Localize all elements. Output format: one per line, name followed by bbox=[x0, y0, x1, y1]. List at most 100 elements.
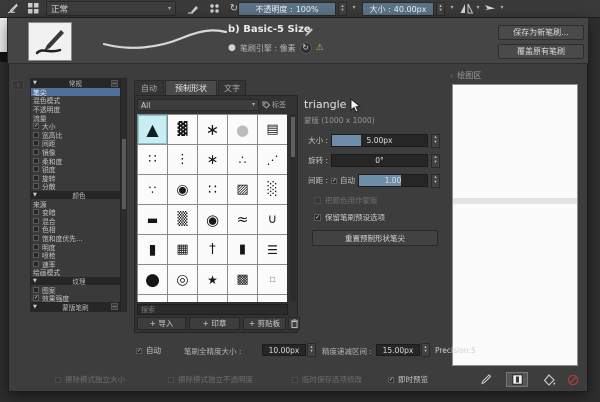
section-minus-button[interactable]: − bbox=[111, 79, 118, 87]
option-checkbox[interactable]: ✓ bbox=[33, 295, 39, 302]
tab-predefined[interactable]: 预制形状 bbox=[165, 80, 217, 95]
brush-tip-cell[interactable]: ★ bbox=[198, 265, 227, 294]
brush-preset-chooser-icon[interactable] bbox=[25, 1, 41, 16]
option-checkbox[interactable] bbox=[33, 209, 39, 216]
brush-tip-cell[interactable]: ▮ bbox=[228, 235, 257, 264]
brush-tip-cell[interactable]: ░ bbox=[258, 175, 287, 204]
brush-tip-cell[interactable]: ▩ bbox=[228, 265, 257, 294]
brush-tip-cell[interactable]: ∷ bbox=[138, 145, 167, 174]
tip-rotate-slider[interactable]: 0° bbox=[331, 154, 428, 167]
opacity-slider[interactable]: 不透明度 : 100% bbox=[238, 2, 336, 16]
delete-tip-button[interactable] bbox=[288, 317, 300, 330]
scratchpad-fill-preview-button[interactable] bbox=[506, 372, 528, 387]
rename-pencil-icon[interactable] bbox=[303, 23, 313, 42]
tag-filter-dropdown[interactable]: All ▾ bbox=[137, 99, 259, 111]
full-precision-spinner[interactable]: ▴ ▾ bbox=[307, 343, 316, 357]
tab-text[interactable]: 文字 bbox=[218, 80, 246, 95]
brush-tip-cell[interactable]: ◉ bbox=[168, 175, 197, 204]
option-checkbox[interactable] bbox=[33, 260, 39, 267]
mirror-horizontal-icon[interactable] bbox=[458, 1, 474, 16]
mirror-dropdown-icon[interactable]: ▾ bbox=[474, 5, 482, 11]
scratchpad-fill-color-button[interactable] bbox=[538, 372, 560, 387]
tip-rotate-spinner[interactable]: ▴ ▾ bbox=[431, 153, 440, 168]
precision-fade-input[interactable]: 15.00px bbox=[376, 344, 420, 356]
scratchpad-canvas[interactable] bbox=[452, 84, 578, 366]
mirror2-dropdown-icon[interactable]: ▾ bbox=[498, 5, 506, 11]
precision-auto-checkbox[interactable]: ✓ bbox=[136, 347, 142, 354]
option-checkbox[interactable] bbox=[33, 243, 39, 250]
import-tip-button[interactable]: + 导入 bbox=[137, 317, 186, 330]
option-checkbox[interactable] bbox=[33, 131, 39, 138]
brush-tip-cell[interactable]: ▤ bbox=[258, 115, 287, 144]
scratchpad-paint-button[interactable] bbox=[474, 372, 496, 387]
tip-spacing-spinner[interactable]: ▴ ▾ bbox=[431, 173, 440, 188]
brush-tip-cell[interactable]: ∵ bbox=[138, 175, 167, 204]
brush-tip-cell[interactable]: ⋰ bbox=[258, 145, 287, 174]
tip-spacing-slider[interactable]: 1.00 bbox=[358, 174, 428, 187]
brush-tip-cell[interactable]: ∷ bbox=[258, 295, 287, 302]
spacing-auto-checkbox[interactable]: ✓ bbox=[331, 177, 337, 184]
brush-tip-cell[interactable]: ∴ bbox=[168, 295, 197, 302]
freehand-brush-tool-icon[interactable] bbox=[4, 1, 20, 16]
tip-search-input[interactable] bbox=[137, 304, 288, 315]
option-checkbox[interactable] bbox=[33, 166, 39, 173]
tip-size-spinner[interactable]: ▴ ▾ bbox=[431, 133, 440, 148]
opacity-spinner[interactable]: ▴ ▾ bbox=[338, 2, 347, 16]
instant-preview-checkbox[interactable]: ✓ bbox=[388, 376, 394, 383]
option-checkbox[interactable] bbox=[33, 252, 39, 259]
library-scroll-thumb[interactable] bbox=[291, 117, 295, 157]
option-checkbox[interactable] bbox=[33, 286, 39, 293]
brush-tip-cell[interactable]: | bbox=[138, 295, 167, 302]
brush-tip-cell[interactable]: ● bbox=[228, 115, 257, 144]
tag-toggle-button[interactable]: 标签 bbox=[262, 100, 286, 110]
brush-tip-cell[interactable]: ◎ bbox=[168, 265, 197, 294]
brush-tip-cell[interactable]: ▫ bbox=[258, 265, 287, 294]
option-checkbox[interactable] bbox=[33, 217, 39, 224]
option-checkbox[interactable] bbox=[33, 234, 39, 241]
brush-tip-cell[interactable]: ▒ bbox=[168, 205, 197, 234]
brush-tip-cell[interactable]: ≈ bbox=[228, 205, 257, 234]
opacity-dropdown-icon[interactable]: ▾ bbox=[350, 5, 358, 11]
overwrite-preset-button[interactable]: 覆盖原有笔刷 bbox=[498, 44, 584, 59]
size-spinner[interactable]: ▴ ▾ bbox=[436, 2, 445, 16]
brush-tip-cell[interactable]: ▮ bbox=[138, 235, 167, 264]
brush-tip-cell[interactable]: ∗ bbox=[198, 145, 227, 174]
brush-tip-cell[interactable]: ☰ bbox=[258, 235, 287, 264]
brush-tip-cell[interactable]: ∪ bbox=[258, 205, 287, 234]
options-section-header[interactable]: ▼ 蒙版笔刷 − bbox=[31, 302, 120, 311]
full-precision-size-input[interactable]: 10.00px bbox=[262, 344, 306, 356]
engine-reload-icon[interactable]: ↻ bbox=[299, 42, 312, 54]
brush-tip-cell[interactable]: ⋮ bbox=[168, 145, 197, 174]
brush-tip-cell[interactable]: ▨ bbox=[228, 175, 257, 204]
brush-tip-cell[interactable]: ∴ bbox=[228, 145, 257, 174]
save-new-preset-button[interactable]: 保存为新笔刷... bbox=[498, 25, 584, 40]
brush-tip-cell[interactable]: † bbox=[198, 235, 227, 264]
brush-tip-cell[interactable]: ▬ bbox=[138, 205, 167, 234]
brush-tip-cell[interactable]: ⋮ bbox=[198, 295, 227, 302]
reset-tip-button[interactable]: 重置预制形状笔尖 bbox=[312, 230, 438, 246]
option-checkbox[interactable] bbox=[33, 226, 39, 233]
option-checkbox[interactable] bbox=[33, 183, 39, 190]
mirror-vertical-icon[interactable] bbox=[482, 1, 498, 16]
brush-tip-cell-selected[interactable]: ▲ bbox=[138, 115, 167, 144]
brush-tip-cell[interactable]: ▬ bbox=[228, 295, 257, 302]
options-scroll-thumb[interactable] bbox=[122, 139, 126, 209]
brush-tip-cell[interactable]: ◉ bbox=[198, 205, 227, 234]
clipboard-tip-button[interactable]: + 剪贴板 bbox=[243, 317, 286, 330]
brush-tip-cell[interactable]: ● bbox=[138, 265, 167, 294]
size-slider[interactable]: 大小 : 40.00px bbox=[362, 2, 434, 16]
option-checkbox[interactable] bbox=[33, 149, 39, 156]
stamp-tip-button[interactable]: + 印章 bbox=[189, 317, 240, 330]
panel-scroll-left-button[interactable]: ‹ bbox=[12, 80, 24, 90]
tip-size-slider[interactable]: 5.00px bbox=[331, 134, 428, 147]
size-dropdown-icon[interactable]: ▾ bbox=[448, 5, 456, 11]
brush-tip-cell[interactable]: ▓ bbox=[168, 115, 197, 144]
precision-fade-spinner[interactable]: ▴ ▾ bbox=[421, 343, 430, 357]
section-minus-button[interactable]: − bbox=[111, 303, 118, 311]
preserve-settings-checkbox[interactable]: ✓ bbox=[314, 214, 321, 221]
collapse-chevron-icon[interactable]: ‹ bbox=[450, 71, 453, 80]
brush-tip-cell[interactable]: ▦ bbox=[168, 235, 197, 264]
option-checkbox[interactable] bbox=[33, 140, 39, 147]
option-checkbox[interactable] bbox=[33, 174, 39, 181]
eraser-mode-icon[interactable] bbox=[185, 1, 201, 16]
